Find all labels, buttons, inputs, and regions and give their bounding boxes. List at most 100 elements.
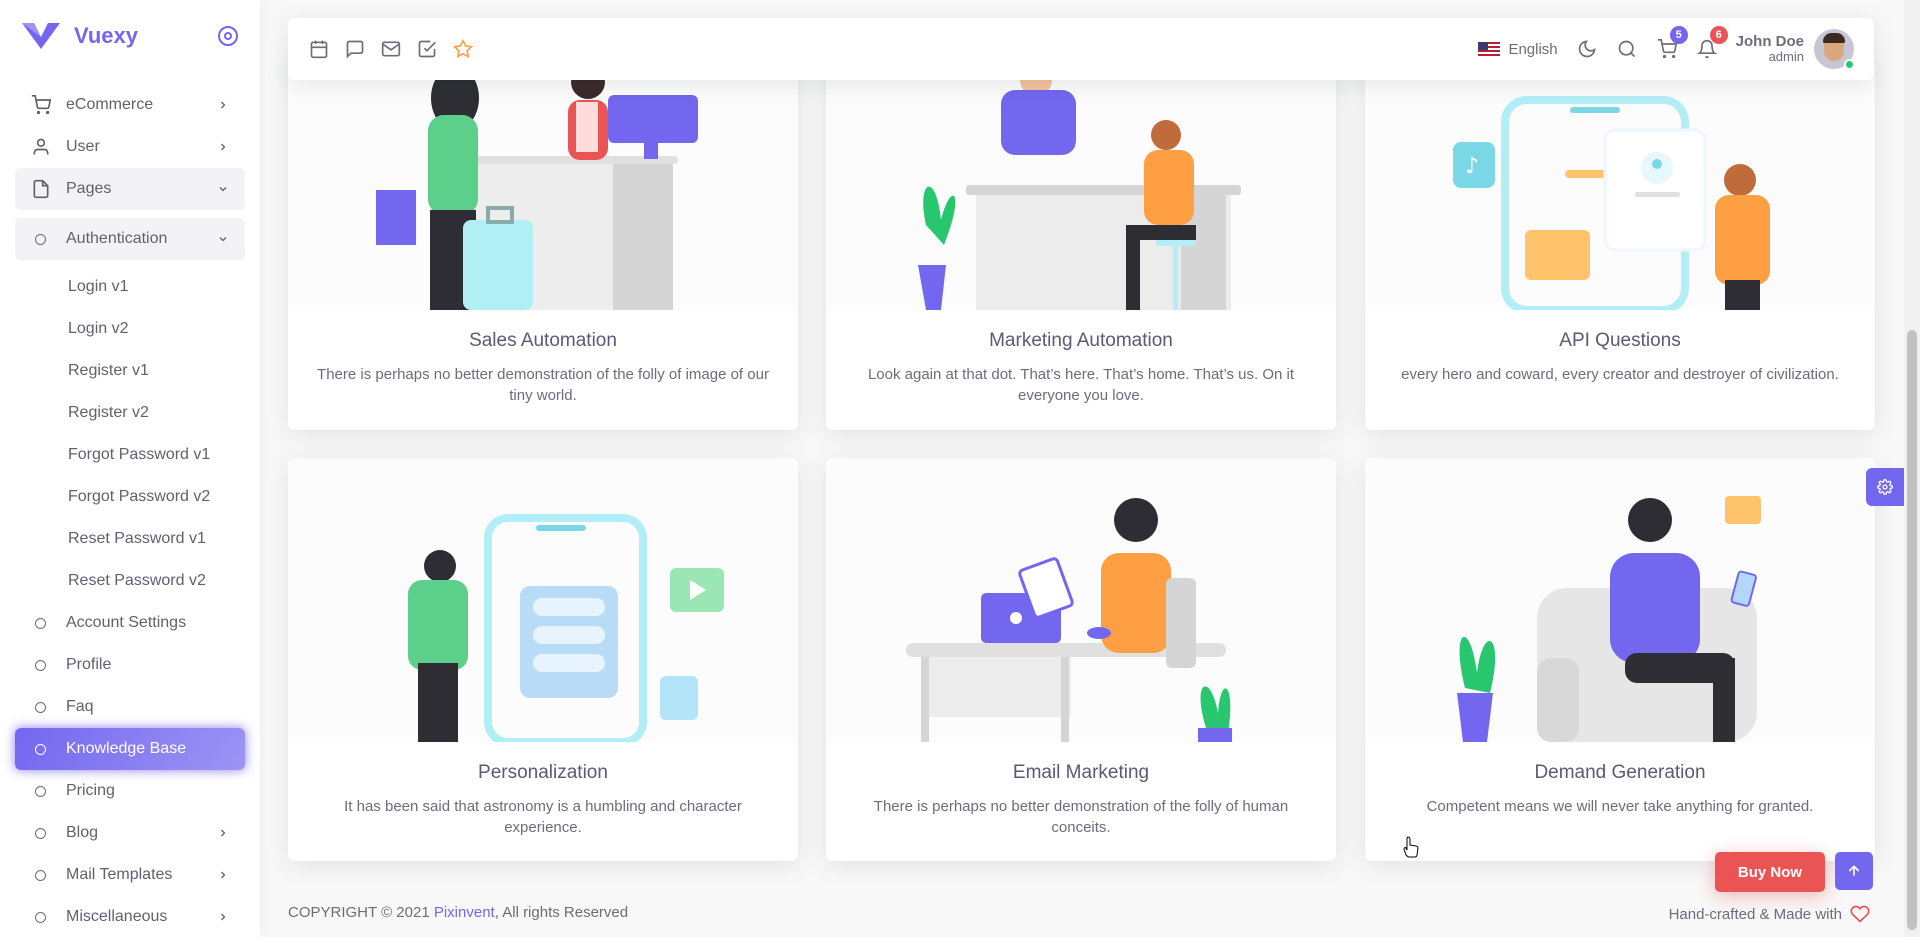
star-icon[interactable] [452, 38, 474, 60]
cart-button[interactable]: 5 [1656, 26, 1688, 60]
card-title: Personalization [478, 762, 608, 783]
sidebar-item-forgot-password-v2[interactable]: Forgot Password v2 [15, 476, 245, 518]
check-square-icon[interactable] [416, 38, 438, 60]
user-name: John Doe [1735, 32, 1804, 50]
avatar[interactable] [1814, 29, 1855, 70]
moon-icon[interactable] [1576, 38, 1598, 60]
circle-icon [34, 827, 46, 839]
chevron-right-icon [216, 98, 230, 112]
sidebar-item-forgot-password-v1[interactable]: Forgot Password v1 [15, 434, 245, 476]
card-title: Email Marketing [1012, 762, 1150, 783]
chevron-down-icon [216, 232, 230, 246]
sidebar-item-miscellaneous[interactable]: Miscellaneous [15, 896, 245, 937]
kb-card-personalization[interactable]: Personalization It has been said that as… [288, 458, 798, 861]
sidebar-item-profile[interactable]: Profile [15, 644, 245, 686]
circle-icon [34, 869, 46, 881]
kb-card-demand-generation[interactable]: Demand Generation Competent means we wil… [1365, 458, 1875, 861]
scrollbar-thumb[interactable] [1907, 330, 1917, 930]
kb-card-marketing-automation[interactable]: Marketing Automation Look again at that … [826, 60, 1336, 430]
sidebar-item-label: Knowledge Base [66, 740, 187, 757]
sidebar-item-label: Mail Templates [66, 866, 173, 883]
customizer-toggle[interactable] [1866, 468, 1904, 506]
user-icon [30, 136, 52, 158]
sidebar-item-account-settings[interactable]: Account Settings [15, 602, 245, 644]
sidebar-item-label: Register v2 [68, 404, 149, 421]
card-text: There is perhaps no better demonstration… [317, 366, 769, 404]
card-text: It has been said that astronomy is a hum… [344, 798, 742, 836]
language-dropdown[interactable]: English [1478, 40, 1558, 58]
circle-icon [34, 785, 46, 797]
sidebar-menu: eCommerce User Pages Authentication Logi… [0, 84, 260, 937]
collapse-toggle-icon[interactable] [218, 26, 238, 46]
kb-card-sales-automation[interactable]: Sales Automation There is perhaps no bet… [288, 60, 798, 430]
scroll-to-top-button[interactable] [1835, 852, 1873, 890]
circle-icon [34, 233, 46, 245]
brand-name: Vuexy [74, 23, 139, 48]
navbar: English 5 6 John Doe admin [288, 18, 1874, 80]
api-questions-illustration: ♪ [1365, 60, 1875, 310]
sidebar-item-label: Login v1 [68, 278, 129, 295]
sidebar-item-authentication[interactable]: Authentication [15, 218, 245, 260]
brand[interactable]: Vuexy [0, 0, 260, 72]
sidebar-item-user[interactable]: User [15, 126, 245, 168]
sidebar-item-register-v1[interactable]: Register v1 [15, 350, 245, 392]
cart-count-badge: 5 [1669, 26, 1688, 44]
notification-button[interactable]: 6 [1696, 26, 1728, 60]
sidebar-item-knowledge-base[interactable]: Knowledge Base [15, 728, 245, 770]
chevron-right-icon [216, 826, 230, 840]
company-link[interactable]: Pixinvent [434, 904, 495, 921]
hand-cursor-icon [1403, 836, 1419, 858]
kb-card-email-marketing[interactable]: Email Marketing There is perhaps no bett… [826, 458, 1336, 861]
sidebar-item-pricing[interactable]: Pricing [15, 770, 245, 812]
chevron-right-icon [216, 910, 230, 924]
circle-icon [34, 701, 46, 713]
sidebar-item-register-v2[interactable]: Register v2 [15, 392, 245, 434]
us-flag-icon [1478, 41, 1501, 57]
sidebar-item-faq[interactable]: Faq [15, 686, 245, 728]
personalization-illustration [288, 458, 798, 742]
svg-text:♪: ♪ [1465, 154, 1479, 179]
sidebar-item-ecommerce[interactable]: eCommerce [15, 84, 245, 126]
notification-count-badge: 6 [1709, 26, 1728, 44]
sales-automation-illustration [288, 60, 798, 310]
kb-card-api-questions[interactable]: ♪ API Questions every hero and coward, e… [1365, 60, 1875, 430]
search-icon[interactable] [1616, 38, 1638, 60]
circle-icon [34, 617, 46, 629]
sidebar-item-login-v2[interactable]: Login v2 [15, 308, 245, 350]
sidebar-item-pages[interactable]: Pages [15, 168, 245, 210]
card-title: API Questions [1559, 330, 1681, 351]
chat-icon[interactable] [344, 38, 366, 60]
language-label: English [1508, 40, 1558, 58]
sidebar-item-blog[interactable]: Blog [15, 812, 245, 854]
sidebar-item-label: Reset Password v1 [68, 530, 206, 547]
card-text: every hero and coward, every creator and… [1401, 366, 1839, 383]
circle-icon [34, 911, 46, 923]
sidebar-item-label: Forgot Password v2 [68, 488, 211, 505]
sidebar-item-label: Forgot Password v1 [68, 446, 211, 463]
card-title: Sales Automation [469, 330, 617, 351]
sidebar-item-reset-password-v2[interactable]: Reset Password v2 [15, 560, 245, 602]
sidebar-item-login-v1[interactable]: Login v1 [15, 266, 245, 308]
buy-now-button[interactable]: Buy Now [1715, 852, 1825, 892]
card-title: Demand Generation [1534, 762, 1706, 783]
sidebar-item-label: Authentication [66, 230, 168, 247]
sidebar-item-label: Profile [66, 656, 112, 673]
circle-icon [34, 659, 46, 671]
sidebar-item-reset-password-v1[interactable]: Reset Password v1 [15, 518, 245, 560]
arrow-up-icon [1848, 865, 1860, 876]
chevron-right-icon [216, 140, 230, 154]
sidebar-item-label: User [66, 138, 100, 155]
sidebar-item-label: Blog [66, 824, 99, 841]
made-with-text: Hand-crafted & Made with [1668, 905, 1842, 923]
sidebar-item-mail-templates[interactable]: Mail Templates [15, 854, 245, 896]
circle-icon [34, 743, 46, 755]
copyright-text: COPYRIGHT © 2021 [288, 904, 430, 921]
mail-icon[interactable] [380, 38, 402, 60]
chevron-right-icon [216, 868, 230, 882]
chevron-down-icon [216, 182, 230, 196]
user-role: admin [1768, 49, 1804, 65]
calendar-icon[interactable] [308, 38, 330, 60]
user-dropdown[interactable]: John Doe admin [1735, 29, 1855, 70]
page-scrollbar[interactable] [1904, 0, 1920, 937]
sidebar-item-label: eCommerce [66, 96, 154, 113]
